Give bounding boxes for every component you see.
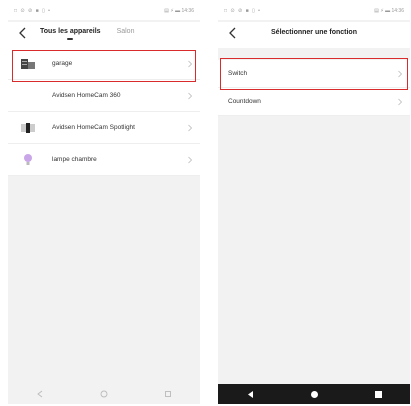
nav-back-icon[interactable] (240, 387, 260, 401)
page-title: Sélectionner une fonction (271, 29, 357, 36)
device-row-lampe-chambre[interactable]: lampe chambre (8, 144, 200, 176)
garage-door-icon (20, 57, 36, 71)
function-list: Switch Countdown (218, 60, 410, 116)
chevron-right-icon (398, 70, 403, 77)
status-icons-left: □ ⊙ ⊘ ■ ▯ • (14, 8, 51, 14)
status-bar: □ ⊙ ⊘ ■ ▯ • ▤ ⚡ ▬ 14:36 (8, 2, 200, 20)
nav-home-icon[interactable] (304, 387, 324, 401)
nav-recents-icon[interactable] (368, 387, 388, 401)
function-select-screen: □ ⊙ ⊘ ■ ▯ • ▤ ⚡ ▬ 14:36 Sélectionner une… (218, 2, 410, 404)
device-label: lampe chambre (52, 156, 97, 163)
device-label: Avidsen HomeCam Spotlight (52, 124, 135, 131)
chevron-right-icon (188, 92, 193, 99)
device-row-homecam-360[interactable]: Avidsen HomeCam 360 (8, 80, 200, 112)
device-list: garage Avidsen HomeCam 360 Avidsen HomeC… (8, 48, 200, 176)
back-arrow-icon[interactable] (16, 26, 30, 40)
android-nav-bar (218, 384, 410, 404)
function-row-countdown[interactable]: Countdown (218, 88, 410, 116)
header: Sélectionner une fonction (218, 22, 410, 48)
nav-recents-icon[interactable] (158, 387, 178, 401)
device-list-screen: □ ⊙ ⊘ ■ ▯ • ▤ ⚡ ▬ 14:36 Tous les apparei… (8, 2, 200, 404)
status-bar: □ ⊙ ⊘ ■ ▯ • ▤ ⚡ ▬ 14:36 (218, 2, 410, 20)
room-tabs: Tous les appareils Salon (40, 28, 135, 40)
function-label: Switch (228, 70, 248, 77)
chevron-right-icon (188, 60, 193, 67)
device-label: Avidsen HomeCam 360 (52, 92, 121, 99)
status-icons-left: □ ⊙ ⊘ ■ ▯ • (224, 8, 261, 14)
nav-back-icon[interactable] (30, 387, 50, 401)
function-row-switch[interactable]: Switch (218, 60, 410, 88)
device-row-homecam-spotlight[interactable]: Avidsen HomeCam Spotlight (8, 112, 200, 144)
chevron-right-icon (188, 124, 193, 131)
device-row-garage[interactable]: garage (8, 48, 200, 80)
bulb-icon (20, 153, 36, 167)
header: Tous les appareils Salon (8, 22, 200, 48)
status-icons-right: ▤ ⚡ ▬ 14:36 (374, 8, 404, 14)
nav-home-icon[interactable] (94, 387, 114, 401)
device-label: garage (52, 60, 73, 67)
tab-all-devices[interactable]: Tous les appareils (40, 28, 101, 40)
status-icons-right: ▤ ⚡ ▬ 14:36 (164, 8, 194, 14)
chevron-right-icon (188, 156, 193, 163)
function-label: Countdown (228, 98, 261, 105)
tab-salon[interactable]: Salon (117, 28, 135, 35)
android-nav-bar (8, 384, 200, 404)
chevron-right-icon (398, 98, 403, 105)
spotlight-camera-icon (20, 121, 36, 135)
